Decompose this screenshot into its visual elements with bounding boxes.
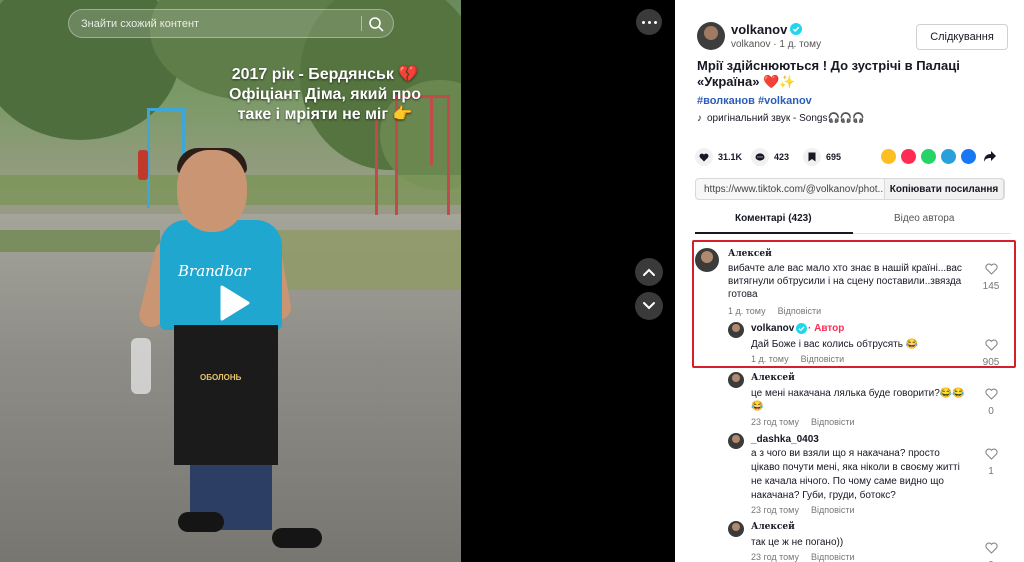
comment-count: 423 [774,152,790,162]
comment-meta: 23 год тому Відповісти [751,417,855,427]
music-note-icon: ♪ [697,113,702,124]
tab-author-videos[interactable]: Відео автора [894,213,954,224]
follow-button[interactable]: Слідкування [916,24,1008,50]
send-icon[interactable] [901,149,916,164]
heart-icon [695,148,713,166]
play-icon[interactable] [213,283,253,323]
dot-icon [647,20,651,24]
action-bar: 31.1K 423 695 [695,148,1011,168]
share-arrow-icon[interactable] [983,150,997,163]
comment-text: це мені накачана лялька буде говорити?😂😂… [751,388,965,412]
comment-text: а з чого ви взяли що я накачана? просто … [751,448,960,501]
dot-icon [641,20,645,24]
commenter-avatar[interactable] [728,433,744,449]
comment-button[interactable]: 423 [751,148,789,166]
overlay-line: 2017 рік - Бердянськ 💔 [231,66,419,83]
comment-like-button[interactable]: 0 [980,541,1002,562]
commenter-name[interactable]: _dashka_0403 [751,434,819,445]
facebook-icon[interactable] [961,149,976,164]
comment-like-button[interactable]: 1 [980,447,1002,477]
author-avatar[interactable] [697,22,725,50]
verified-icon [790,23,802,35]
search-divider [361,16,362,31]
commenter-name[interactable]: Алексей [751,373,795,383]
shirt-text: Brandbar [178,262,251,280]
commenter-name[interactable]: Алексей [751,522,795,532]
author-username[interactable]: volkanov [731,22,787,37]
hashtags[interactable]: #волканов #volkanov [697,95,812,107]
tiktok-photo-viewer: Brandbar ОБОЛОНЬ 2017 рік - Бердянськ 💔 … [0,0,1024,562]
overlay-line: таке і мріяти не міг 👉 [237,106,413,123]
video-link-text[interactable]: https://www.tiktok.com/@volkanov/phot... [704,184,884,195]
overlay-line: Офіціант Діма, який про [229,86,421,103]
chevron-up-icon [643,268,655,276]
like-count: 31.1K [718,152,743,162]
reply-button[interactable]: Відповісти [811,552,855,562]
comment-icon [751,148,769,166]
telegram-icon[interactable] [941,149,956,164]
author-card: volkanov volkanov · 1 д. тому Слідкуванн… [695,14,1011,144]
comment-meta: 23 год тому Відповісти [751,552,855,562]
tab-active-indicator [695,232,853,234]
comment-like-count: 1 [988,466,994,477]
reply-item: Алексей це мені накачана лялька буде гов… [695,372,1011,428]
search-bar[interactable] [68,9,394,38]
comment-meta: 23 год тому Відповісти [751,505,855,515]
comment-like-button[interactable]: 0 [980,387,1002,417]
commenter-avatar[interactable] [728,521,744,537]
details-panel: volkanov volkanov · 1 д. тому Слідкуванн… [675,0,1024,562]
whatsapp-icon[interactable] [921,149,936,164]
dot-icon [653,20,657,24]
search-icon[interactable] [367,15,385,33]
reply-button[interactable]: Відповісти [811,505,855,515]
commenter-avatar[interactable] [728,372,744,388]
music-title: оригінальний звук - Songs🎧🎧🎧 [707,113,865,124]
video-photo[interactable]: Brandbar ОБОЛОНЬ 2017 рік - Бердянськ 💔 … [0,0,461,562]
music-row[interactable]: ♪ оригінальний звук - Songs🎧🎧🎧 [697,113,865,124]
next-video-button[interactable] [635,292,663,320]
bottle [131,338,151,394]
tabs: Коментарі (423) Відео автора [695,210,1011,234]
copy-link-button[interactable]: Копіювати посилання [884,178,1004,200]
comment-highlight-frame [692,240,1016,368]
apron: ОБОЛОНЬ [174,325,278,465]
apron-text: ОБОЛОНЬ [200,373,242,382]
search-input[interactable] [69,10,359,37]
reply-item: Алексей так це ж не погано)) 23 год тому… [695,521,1011,562]
heart-outline-icon [984,448,998,460]
reply-button[interactable]: Відповісти [811,417,855,427]
chevron-down-icon [643,302,655,310]
comment-like-count: 0 [988,406,994,417]
bookmark-icon [803,148,821,166]
repost-icon[interactable] [881,149,896,164]
comment-time: 23 год тому [751,505,799,515]
post-caption: Мрії здійснюються ! До зустрічі в Палаці… [697,58,960,89]
heart-outline-icon [984,542,998,554]
like-button[interactable]: 31.1K [695,148,742,166]
previous-video-button[interactable] [635,258,663,286]
author-subtitle: volkanov · 1 д. тому [731,39,822,50]
save-count: 695 [826,152,842,162]
link-box: https://www.tiktok.com/@volkanov/phot...… [695,178,1005,200]
tab-comments[interactable]: Коментарі (423) [735,213,812,224]
heart-outline-icon [984,388,998,400]
media-area: Brandbar ОБОЛОНЬ 2017 рік - Бердянськ 💔 … [0,0,675,562]
save-button[interactable]: 695 [803,148,841,166]
comment-text: так це ж не погано)) [751,537,844,548]
comment-time: 23 год тому [751,552,799,562]
comment-time: 23 год тому [751,417,799,427]
reply-item: _dashka_0403 а з чого ви взяли що я нака… [695,433,1011,519]
more-options-button[interactable] [636,9,662,35]
video-overlay-caption: 2017 рік - Бердянськ 💔 Офіціант Діма, як… [220,65,430,125]
